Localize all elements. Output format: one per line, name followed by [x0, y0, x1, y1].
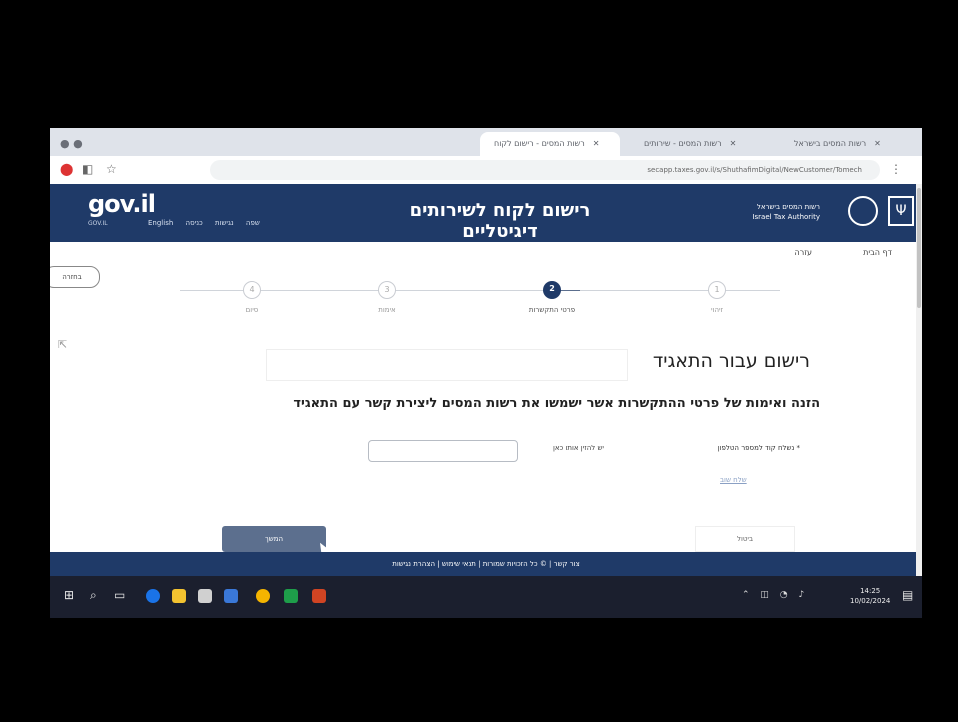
window-menu-icon[interactable]: ● ● — [60, 137, 83, 150]
code-field-label: * נשלח קוד למספר הטלפון — [717, 444, 800, 452]
tab-3[interactable]: רשות המסים בישראל ✕ — [780, 132, 916, 156]
step-4-label: סיום — [245, 306, 259, 314]
state-emblem-icon: Ψ — [888, 196, 914, 226]
store-icon[interactable] — [198, 589, 212, 603]
taskbar: ⊞ ⌕ ▭ ⌃ ◫ ◔ ♪ 14:25 10/02/2024 ▤ — [50, 576, 922, 618]
tab-label: רשות המסים - שירותים — [644, 139, 722, 148]
breadcrumb-help[interactable]: עזרה — [794, 248, 812, 257]
extensions-icon[interactable]: ⋮ — [890, 162, 902, 176]
step-3-circle: 3 — [378, 281, 396, 299]
close-tab-icon[interactable]: ✕ — [730, 139, 737, 148]
header-link[interactable]: נגישות — [215, 219, 234, 227]
back-button[interactable]: בחזרה — [50, 266, 100, 288]
resend-code-link[interactable]: שלח שוב — [720, 476, 747, 484]
step-1-circle: 1 — [708, 281, 726, 299]
gov-il-logo[interactable]: gov.il — [88, 190, 156, 218]
tab-2[interactable]: רשות המסים - שירותים ✕ — [630, 132, 770, 156]
edge-icon[interactable] — [146, 589, 160, 603]
favorite-star-icon[interactable]: ☆ — [106, 162, 117, 176]
step-3-label: אימות — [378, 306, 396, 314]
file-explorer-icon[interactable] — [172, 589, 186, 603]
windows-start-icon[interactable]: ⊞ — [64, 588, 74, 602]
reading-mode-icon[interactable]: ◧ — [82, 162, 93, 176]
page-heading: רישום לקוח לשירותים דיגיטליים — [409, 200, 591, 242]
close-tab-icon[interactable]: ✕ — [593, 139, 600, 148]
tax-authority-emblem-icon — [848, 196, 878, 226]
clock[interactable]: 14:25 10/02/2024 — [850, 586, 890, 606]
mail-icon[interactable] — [224, 589, 238, 603]
breadcrumb: דף הבית עזרה — [50, 242, 922, 264]
stepper-track — [180, 290, 550, 291]
site-header: gov.il GOV.IL English שפה נגישות כניסה ר… — [50, 184, 922, 242]
verification-code-field[interactable] — [369, 442, 521, 465]
close-tab-icon[interactable]: ✕ — [874, 139, 881, 148]
system-tray-icons[interactable]: ⌃ ◫ ◔ ♪ — [742, 590, 808, 600]
step-2-label: פרטי התקשרות — [528, 306, 576, 314]
authority-name-he: רשות המסים בישראל — [756, 203, 820, 211]
header-link[interactable]: שפה — [246, 219, 260, 227]
mouse-pointer-icon: ⇱ — [58, 338, 68, 351]
scrollbar-thumb[interactable] — [917, 188, 921, 308]
step-2-circle: 2 — [543, 281, 561, 299]
security-icon: ⬤ — [60, 162, 74, 176]
chrome-icon[interactable] — [256, 589, 270, 603]
notifications-icon[interactable]: ▤ — [902, 588, 913, 602]
clock-time: 14:25 — [860, 587, 881, 595]
verification-code-input[interactable] — [368, 440, 521, 465]
browser-window: ● ● רשות המסים - רישום לקוח ✕ רשות המסים … — [50, 128, 922, 618]
cancel-button[interactable]: ביטול — [695, 526, 795, 552]
stepper-track — [580, 290, 780, 291]
continue-button[interactable]: המשך — [222, 526, 326, 552]
tab-label: רשות המסים - רישום לקוח — [494, 139, 585, 148]
address-bar[interactable]: secapp.taxes.gov.il/s/ShuthafimDigital/N… — [210, 160, 880, 180]
search-icon[interactable]: ⌕ — [90, 588, 97, 603]
tab-1[interactable]: רשות המסים - רישום לקוח ✕ — [480, 132, 620, 156]
step-1-label: זיהוי — [710, 306, 724, 314]
address-row: ⬤ ◧ ☆ secapp.taxes.gov.il/s/ShuthafimDig… — [50, 156, 922, 185]
clock-date: 10/02/2024 — [850, 597, 891, 605]
site-footer[interactable]: צור קשר | © כל הזכויות שמורות | תנאי שימ… — [50, 552, 922, 576]
step-4-circle: 4 — [243, 281, 261, 299]
header-link[interactable]: כניסה — [186, 219, 203, 227]
authority-name-en: Israel Tax Authority — [752, 213, 820, 221]
task-view-icon[interactable]: ▭ — [114, 588, 125, 602]
logo-subtitle: GOV.IL — [88, 220, 108, 227]
form-subtitle: הזנה ואימות של פרטי ההתקשרות אשר ישמשו א… — [293, 396, 820, 411]
header-link[interactable]: English — [148, 219, 173, 227]
powerpoint-icon[interactable] — [312, 589, 326, 603]
tab-label: רשות המסים בישראל — [794, 139, 867, 148]
form-title: רישום עבור התאגיד — [652, 350, 810, 372]
tab-strip: ● ● רשות המסים - רישום לקוח ✕ רשות המסים … — [50, 128, 922, 156]
authority-name: רשות המסים בישראל Israel Tax Authority — [690, 202, 820, 222]
excel-icon[interactable] — [284, 589, 298, 603]
breadcrumb-home[interactable]: דף הבית — [863, 248, 892, 257]
header-links: English שפה נגישות כניסה — [148, 219, 270, 227]
